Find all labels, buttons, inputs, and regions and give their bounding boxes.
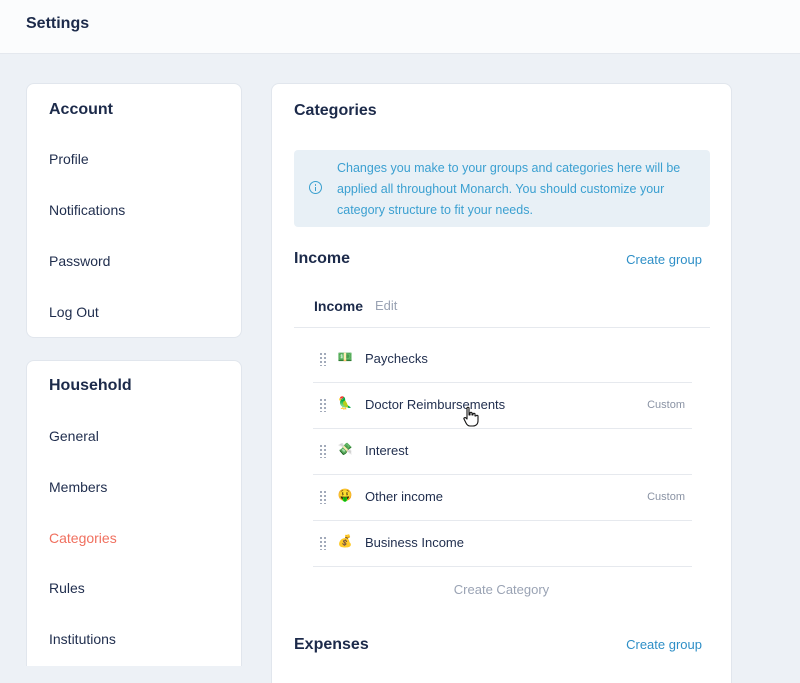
custom-badge: Custom [647,399,685,411]
household-section-title: Household [49,377,132,394]
household-nav-card: Household General Members Categories Rul… [26,360,242,666]
nav-item-categories[interactable]: Categories [49,530,117,546]
expenses-create-group-button[interactable]: Create group [626,637,702,652]
category-emoji-icon: 💵 [337,350,353,364]
group-name: Income [314,298,364,314]
drag-handle-icon[interactable] [319,398,327,412]
group-edit-button[interactable]: Edit [375,298,397,313]
category-emoji-icon: 💰 [337,534,353,548]
nav-item-rules[interactable]: Rules [49,580,85,596]
income-group-header: Income Edit [294,291,710,328]
info-icon [309,181,322,194]
category-row[interactable]: 🦜 Doctor Reimbursements Custom [313,383,692,429]
category-name: Business Income [365,535,464,550]
categories-panel: Categories Changes you make to your grou… [271,83,732,683]
expenses-section-title: Expenses [294,636,369,653]
top-bar: Settings [0,0,800,54]
nav-item-password[interactable]: Password [49,253,110,269]
category-row[interactable]: 💸 Interest [313,429,692,475]
account-section-title: Account [49,101,113,118]
drag-handle-icon[interactable] [319,536,327,550]
nav-item-notifications[interactable]: Notifications [49,202,125,218]
category-emoji-icon: 🤑 [337,488,353,502]
category-emoji-icon: 💸 [337,442,353,456]
info-banner-text: Changes you make to your groups and cate… [337,161,681,217]
nav-item-log-out[interactable]: Log Out [49,304,99,320]
income-create-group-button[interactable]: Create group [626,252,702,267]
category-name: Doctor Reimbursements [365,397,506,412]
account-nav-card: Account Profile Notifications Password L… [26,83,242,338]
category-row[interactable]: 💵 Paychecks [313,337,692,383]
nav-item-general[interactable]: General [49,428,99,444]
category-name: Paychecks [365,351,428,366]
category-name: Other income [365,489,444,504]
income-section-title: Income [294,250,351,267]
drag-handle-icon[interactable] [319,490,327,504]
create-category-button[interactable]: Create Category [272,582,731,597]
hand-cursor-icon [463,406,479,427]
info-banner: Changes you make to your groups and cate… [294,150,710,227]
nav-item-profile[interactable]: Profile [49,151,89,167]
nav-item-institutions[interactable]: Institutions [49,631,116,647]
nav-item-members[interactable]: Members [49,479,107,495]
categories-title: Categories [294,102,377,119]
category-row[interactable]: 💰 Business Income [313,521,692,567]
category-emoji-icon: 🦜 [337,396,353,410]
drag-handle-icon[interactable] [319,352,327,366]
drag-handle-icon[interactable] [319,444,327,458]
category-row[interactable]: 🤑 Other income Custom [313,475,692,521]
page-title: Settings [26,15,90,32]
category-name: Interest [365,443,409,458]
custom-badge: Custom [647,491,685,503]
